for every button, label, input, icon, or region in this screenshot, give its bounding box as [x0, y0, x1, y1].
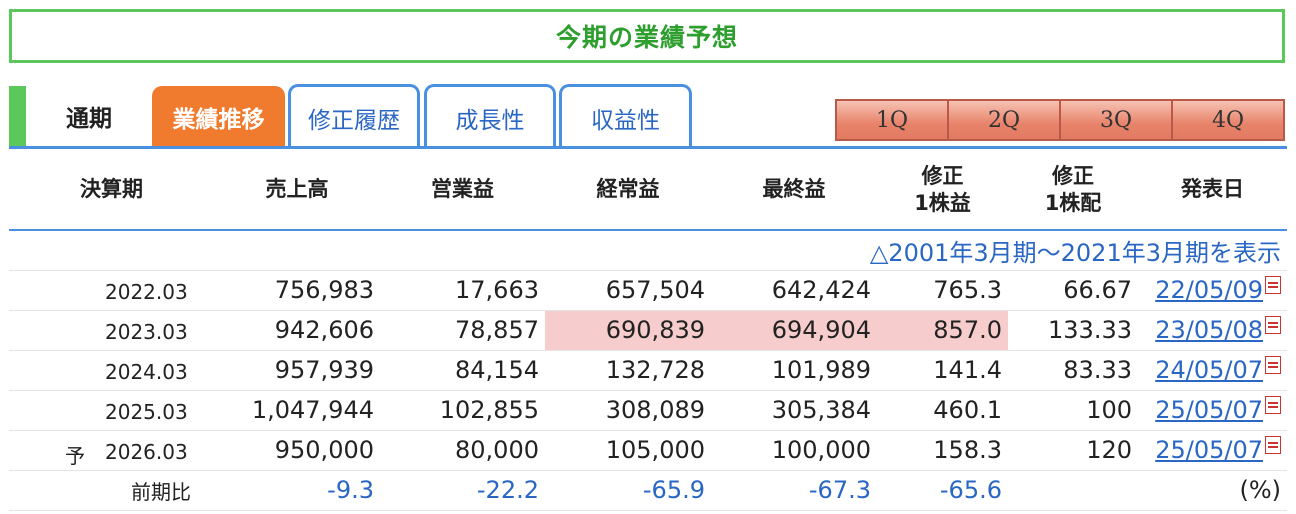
- sales-cell: 950,000: [214, 430, 380, 471]
- eps-cell: 460.1: [877, 390, 1008, 431]
- yoy-sales: -9.3: [214, 470, 380, 511]
- sales-cell: 756,983: [214, 270, 380, 311]
- yoy-net-profit: -67.3: [711, 470, 877, 511]
- operating-profit-cell: 84,154: [380, 350, 545, 391]
- announce-date-link[interactable]: 24/05/07: [1155, 356, 1263, 384]
- announce-date-cell: 22/05/09: [1138, 270, 1287, 311]
- sales-cell: 957,939: [214, 350, 380, 391]
- operating-profit-cell: 80,000: [380, 430, 545, 471]
- col-header-dps: 修正 1株配: [1044, 163, 1102, 215]
- tab-results-history[interactable]: 業績推移: [152, 86, 285, 148]
- history-toggle-row: △2001年3月期～2021年3月期を表示: [9, 230, 1287, 271]
- net-profit-cell: 100,000: [711, 430, 877, 471]
- net-profit-cell: 305,384: [711, 390, 877, 431]
- eps-cell: 857.0: [877, 310, 1008, 351]
- announce-date-link[interactable]: 25/05/07: [1155, 396, 1263, 424]
- period-text: 2026.03: [105, 439, 188, 464]
- tab-bar: 通期 業績推移 修正履歴 成長性 収益性 1Q 2Q 3Q 4Q: [9, 84, 1287, 148]
- announce-date-link[interactable]: 23/05/08: [1155, 316, 1263, 344]
- quarter-button-4q[interactable]: 4Q: [1173, 101, 1283, 139]
- ordinary-profit-cell: 105,000: [545, 430, 711, 471]
- pdf-icon[interactable]: [1265, 276, 1281, 294]
- quarter-button-1q[interactable]: 1Q: [837, 101, 949, 139]
- sales-cell: 942,606: [214, 310, 380, 351]
- results-table: 決算期 売上高 営業益 経常益 最終益 修正 1株益 修正 1株配 発表日 △2…: [9, 150, 1287, 511]
- ordinary-profit-cell: 308,089: [545, 390, 711, 431]
- yoy-label: 前期比: [9, 470, 214, 511]
- yoy-operating-profit: -22.2: [380, 470, 545, 511]
- col-header-announce-date: 発表日: [1181, 177, 1244, 201]
- net-profit-cell: 694,904: [711, 310, 877, 351]
- period-text: 2022.03: [105, 279, 188, 304]
- quarter-buttons: 1Q 2Q 3Q 4Q: [835, 99, 1285, 141]
- announce-date-cell: 24/05/07: [1138, 350, 1287, 391]
- yoy-unit: (%): [1138, 470, 1287, 511]
- forecast-mark: 予: [65, 443, 85, 468]
- period-cell: 2022.03: [9, 270, 214, 311]
- yoy-ratio-row: 前期比 -9.3 -22.2 -65.9 -67.3 -65.6 (%): [9, 470, 1287, 511]
- period-cell: 2025.03: [9, 390, 214, 431]
- pdf-icon[interactable]: [1265, 316, 1281, 334]
- yoy-eps: -65.6: [877, 470, 1008, 511]
- col-header-net-profit: 最終益: [762, 177, 826, 201]
- net-profit-cell: 101,989: [711, 350, 877, 391]
- pdf-icon[interactable]: [1265, 436, 1281, 454]
- dps-cell: 133.33: [1008, 310, 1138, 351]
- table-row: 2022.03 756,983 17,663 657,504 642,424 7…: [9, 270, 1287, 311]
- history-toggle-link[interactable]: △2001年3月期～2021年3月期を表示: [9, 230, 1287, 271]
- period-cell: 2024.03: [9, 350, 214, 391]
- period-text: 2023.03: [105, 319, 188, 344]
- table-row: 2025.03 1,047,944 102,855 308,089 305,38…: [9, 390, 1287, 431]
- operating-profit-cell: 17,663: [380, 270, 545, 311]
- operating-profit-cell: 102,855: [380, 390, 545, 431]
- eps-cell: 765.3: [877, 270, 1008, 311]
- announce-date-cell: 25/05/07: [1138, 390, 1287, 431]
- ordinary-profit-cell: 657,504: [545, 270, 711, 311]
- sales-cell: 1,047,944: [214, 390, 380, 431]
- col-header-operating-profit: 営業益: [431, 177, 494, 201]
- tab-accent-bar: [9, 86, 26, 148]
- period-text: 2025.03: [105, 399, 188, 424]
- net-profit-cell: 642,424: [711, 270, 877, 311]
- announce-date-cell: 23/05/08: [1138, 310, 1287, 351]
- ordinary-profit-cell: 132,728: [545, 350, 711, 391]
- pdf-icon[interactable]: [1265, 356, 1281, 374]
- table-header-row: 決算期 売上高 営業益 経常益 最終益 修正 1株益 修正 1株配 発表日: [9, 150, 1287, 230]
- col-header-sales: 売上高: [265, 177, 329, 201]
- tab-revision-history[interactable]: 修正履歴: [288, 84, 420, 148]
- tab-profitability[interactable]: 収益性: [559, 84, 692, 148]
- period-text: 2024.03: [105, 359, 188, 384]
- quarter-button-3q[interactable]: 3Q: [1061, 101, 1173, 139]
- dps-cell: 83.33: [1008, 350, 1138, 391]
- col-header-ordinary-profit: 経常益: [596, 177, 660, 201]
- col-header-eps: 修正 1株益: [914, 163, 971, 215]
- table-row: 予 2026.03 950,000 80,000 105,000 100,000 …: [9, 430, 1287, 471]
- announce-date-link[interactable]: 22/05/09: [1155, 276, 1263, 304]
- period-cell: 予 2026.03: [9, 430, 214, 471]
- tab-growth[interactable]: 成長性: [424, 84, 556, 148]
- operating-profit-cell: 78,857: [380, 310, 545, 351]
- dps-cell: 120: [1008, 430, 1138, 471]
- eps-cell: 141.4: [877, 350, 1008, 391]
- col-header-period: 決算期: [80, 177, 143, 201]
- table-row: 2023.03 942,606 78,857 690,839 694,904 8…: [9, 310, 1287, 351]
- table-row: 2024.03 957,939 84,154 132,728 101,989 1…: [9, 350, 1287, 391]
- ordinary-profit-cell: 690,839: [545, 310, 711, 351]
- announce-date-cell: 25/05/07: [1138, 430, 1287, 471]
- tab-label-fiscal-year: 通期: [66, 106, 112, 132]
- yoy-ordinary-profit: -65.9: [545, 470, 711, 511]
- pdf-icon[interactable]: [1265, 396, 1281, 414]
- yoy-dps: [1008, 470, 1138, 511]
- eps-cell: 158.3: [877, 430, 1008, 471]
- dps-cell: 100: [1008, 390, 1138, 431]
- period-cell: 2023.03: [9, 310, 214, 351]
- dps-cell: 66.67: [1008, 270, 1138, 311]
- announce-date-link[interactable]: 25/05/07: [1155, 436, 1263, 464]
- quarter-button-2q[interactable]: 2Q: [949, 101, 1061, 139]
- page-title: 今期の業績予想: [9, 9, 1285, 63]
- tab-underline: [9, 146, 1287, 149]
